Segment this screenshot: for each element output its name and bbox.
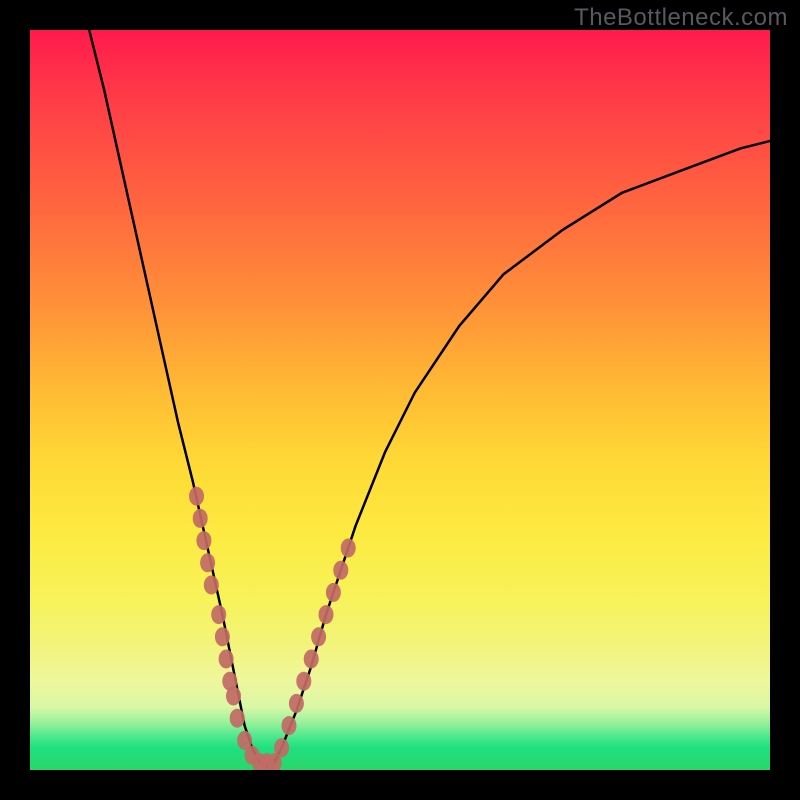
- marker-dot: [193, 509, 207, 527]
- marker-dot: [230, 709, 244, 727]
- marker-dot: [227, 687, 241, 705]
- marker-dot: [197, 532, 211, 550]
- marker-dot: [289, 694, 303, 712]
- chart-frame: TheBottleneck.com: [0, 0, 800, 800]
- marker-dots: [190, 487, 356, 770]
- marker-dot: [219, 650, 233, 668]
- marker-dot: [341, 539, 355, 557]
- marker-dot: [326, 583, 340, 601]
- plot-area: [30, 30, 770, 770]
- marker-dot: [304, 650, 318, 668]
- marker-dot: [334, 561, 348, 579]
- watermark-text: TheBottleneck.com: [574, 4, 788, 32]
- marker-dot: [190, 487, 204, 505]
- bottleneck-curve: [89, 30, 770, 766]
- curve-layer: [30, 30, 770, 770]
- marker-dot: [204, 576, 218, 594]
- marker-dot: [319, 606, 333, 624]
- marker-dot: [201, 554, 215, 572]
- marker-dot: [282, 717, 296, 735]
- marker-dot: [215, 628, 229, 646]
- marker-dot: [212, 606, 226, 624]
- marker-dot: [297, 672, 311, 690]
- marker-dot: [275, 739, 289, 757]
- marker-dot: [312, 628, 326, 646]
